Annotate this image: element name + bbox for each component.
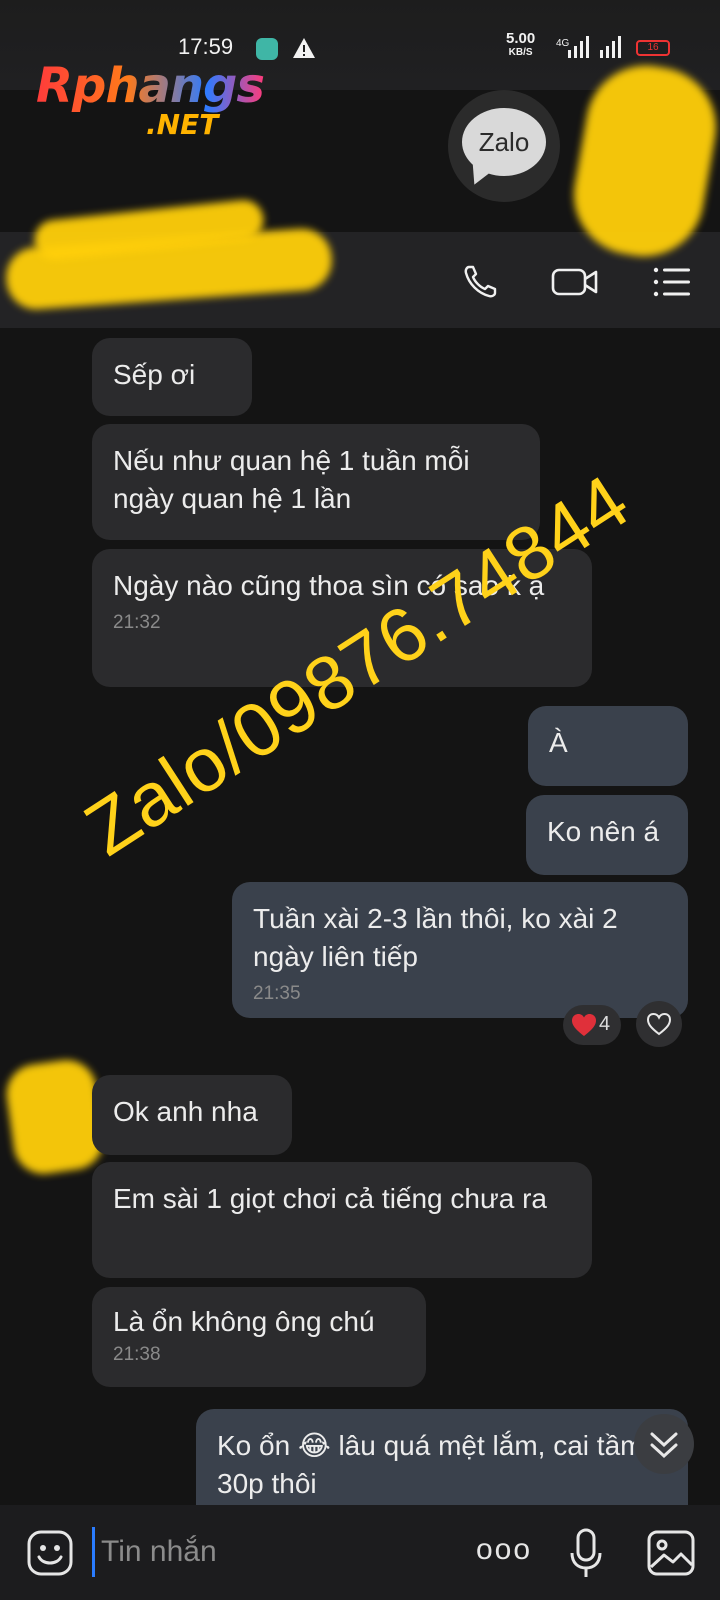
zalo-logo: Zalo bbox=[462, 108, 546, 176]
message-text: Ko ổn 😂 lâu quá mệt lắm, cai tầm 30p thô… bbox=[217, 1430, 644, 1499]
message-text: Em sài 1 giọt chơi cả tiếng chưa ra bbox=[113, 1183, 547, 1214]
speed-unit: KB/S bbox=[508, 47, 533, 58]
message-text: Là ổn không ông chú bbox=[113, 1306, 375, 1337]
message-text: Tuần xài 2-3 lần thôi, ko xài 2 ngày liê… bbox=[253, 903, 618, 972]
scroll-to-bottom-button[interactable] bbox=[634, 1414, 694, 1474]
message-time: 21:38 bbox=[113, 1344, 161, 1365]
microphone-icon[interactable] bbox=[568, 1527, 604, 1579]
message-input[interactable] bbox=[92, 1527, 463, 1577]
heart-outline-icon bbox=[646, 1012, 672, 1036]
phone-icon[interactable] bbox=[460, 262, 500, 302]
app-notification-icon bbox=[256, 38, 278, 60]
add-reaction-button[interactable] bbox=[636, 1001, 682, 1047]
message-bubble[interactable]: Sếp ơi bbox=[92, 338, 252, 416]
message-text: Sếp ơi bbox=[113, 359, 196, 390]
message-bubble[interactable]: Nếu như quan hệ 1 tuần mỗi ngày quan hệ … bbox=[92, 424, 540, 540]
zalo-badge: Zalo bbox=[448, 90, 560, 202]
message-text: Ko nên á bbox=[547, 816, 660, 847]
video-call-icon[interactable] bbox=[551, 262, 599, 302]
message-text: Ngày nào cũng thoa sìn có sao k ạ bbox=[113, 570, 545, 601]
message-text: Nếu như quan hệ 1 tuần mỗi ngày quan hệ … bbox=[113, 445, 470, 514]
menu-icon[interactable] bbox=[652, 262, 692, 302]
message-input-bar: ooo bbox=[0, 1505, 720, 1600]
message-time: 21:35 bbox=[253, 983, 301, 1004]
image-gallery-icon[interactable] bbox=[646, 1529, 696, 1577]
message-bubble[interactable]: Tuần xài 2-3 lần thôi, ko xài 2 ngày liê… bbox=[232, 882, 688, 1018]
heart-icon bbox=[572, 1014, 596, 1036]
message-bubble[interactable]: Ok anh nha bbox=[92, 1075, 292, 1155]
watermark-brand: Rphangs bbox=[36, 58, 265, 114]
site-watermark-logo: Rphangs .NET bbox=[36, 58, 265, 141]
message-bubble[interactable]: Ko nên á bbox=[526, 795, 688, 875]
message-bubble[interactable]: Là ổn không ông chú 21:38 bbox=[92, 1287, 426, 1387]
message-bubble[interactable]: Em sài 1 giọt chơi cả tiếng chưa ra bbox=[92, 1162, 592, 1278]
more-options-icon[interactable]: ooo bbox=[476, 1533, 532, 1567]
watermark-tld: .NET bbox=[146, 108, 219, 141]
signal-icon bbox=[568, 36, 589, 58]
signal-icon-2 bbox=[600, 36, 621, 58]
double-chevron-down-icon bbox=[650, 1432, 678, 1459]
message-time: 21:32 bbox=[113, 612, 161, 633]
reaction-count: 4 bbox=[599, 1013, 611, 1035]
message-text: À bbox=[549, 727, 568, 758]
message-bubble[interactable]: Ngày nào cũng thoa sìn có sao k ạ 21:32 bbox=[92, 549, 592, 687]
message-bubble[interactable]: À bbox=[528, 706, 688, 786]
status-time: 17:59 bbox=[178, 34, 234, 59]
speed-value: 5.00 bbox=[506, 30, 536, 47]
emoji-sticker-icon[interactable] bbox=[26, 1529, 74, 1577]
message-text: Ok anh nha bbox=[113, 1096, 258, 1127]
warning-icon bbox=[293, 38, 315, 58]
network-speed: 5.00 KB/S bbox=[506, 30, 536, 60]
battery-icon: 16 bbox=[636, 40, 670, 56]
reaction-badge[interactable]: 4 bbox=[563, 1005, 621, 1045]
